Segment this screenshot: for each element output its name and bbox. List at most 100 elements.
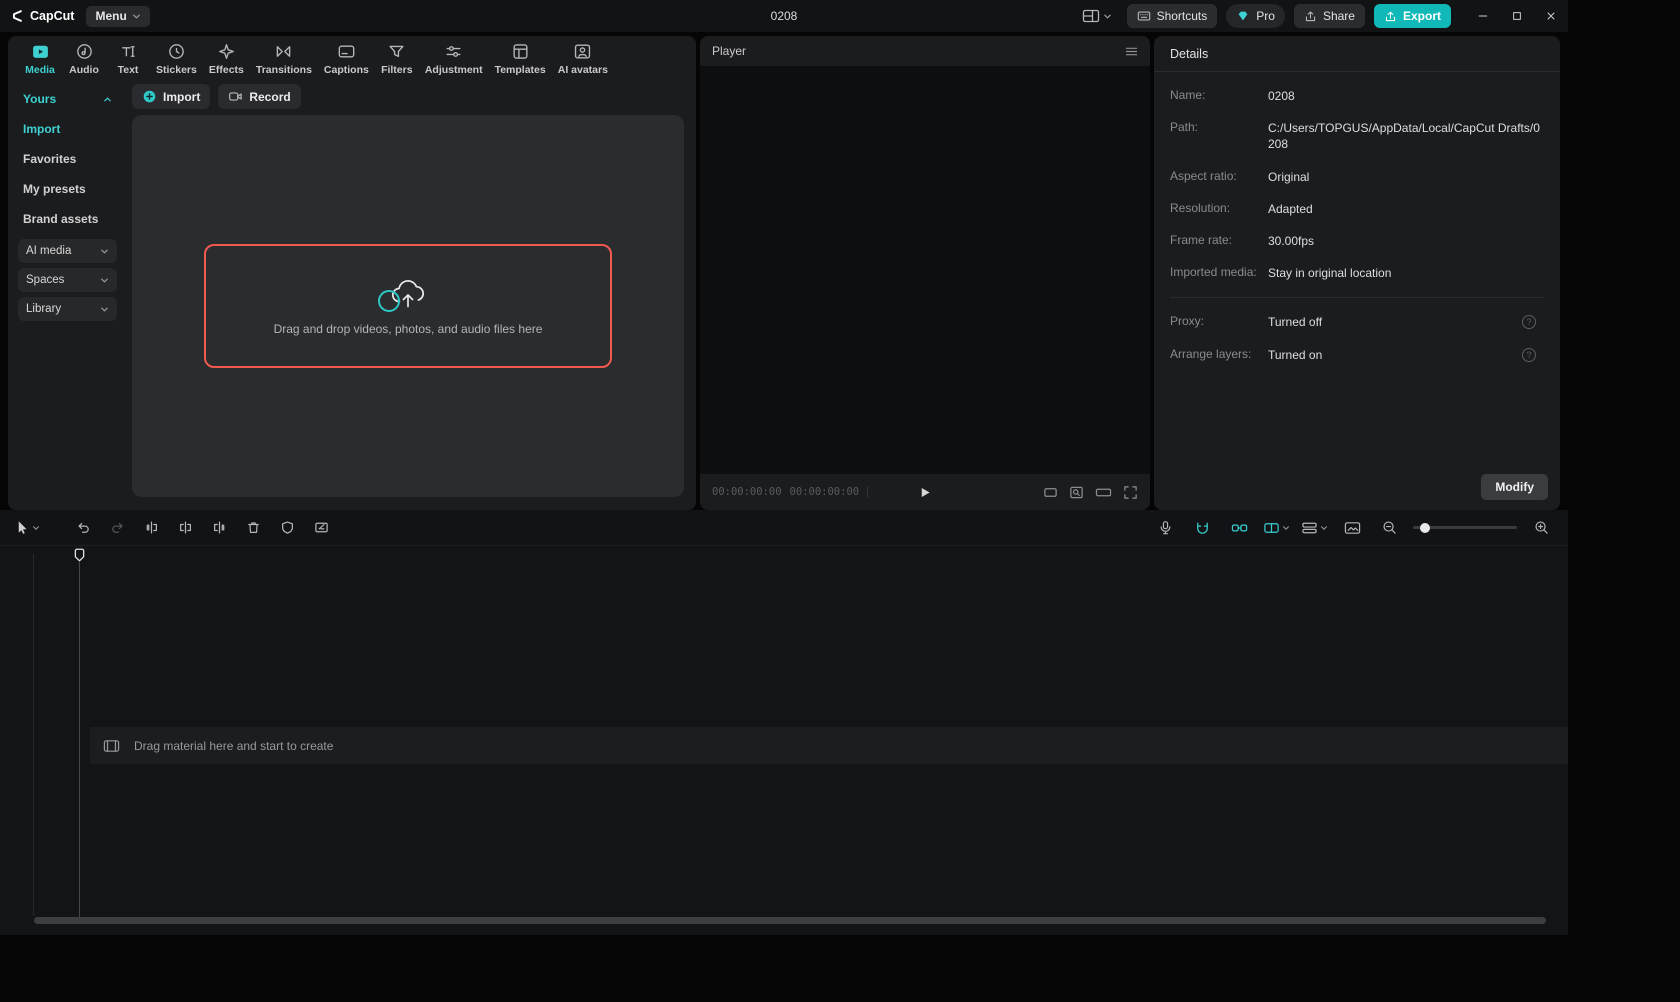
titlebar: CapCut Menu 0208 Shortcuts Pro Share Exp… [0, 0, 1568, 32]
redo-button[interactable] [104, 515, 130, 541]
timeline-area[interactable]: Drag material here and start to create [0, 546, 1568, 935]
magnet-icon [1194, 521, 1211, 535]
microphone-icon [1158, 520, 1173, 535]
zoom-out-button[interactable] [1376, 515, 1402, 541]
play-button[interactable] [919, 486, 932, 499]
export-icon [1384, 10, 1397, 23]
player-menu-button[interactable] [1125, 46, 1138, 57]
tab-captions[interactable]: Captions [318, 42, 375, 76]
import-button[interactable]: Import [132, 84, 211, 109]
split-delete-left-icon [144, 520, 159, 535]
auto-link-toggle[interactable] [1226, 515, 1252, 541]
track-height-button[interactable] [1301, 515, 1328, 541]
mask-button[interactable] [274, 515, 300, 541]
layout-icon [1082, 9, 1100, 23]
play-icon [919, 486, 932, 499]
timeline-zoom-slider[interactable] [1413, 522, 1517, 533]
tab-stickers[interactable]: Stickers [150, 42, 203, 76]
player-view-options [1043, 485, 1138, 500]
help-icon[interactable]: ? [1522, 315, 1536, 330]
playhead-handle[interactable] [74, 548, 85, 563]
layout-switcher-button[interactable] [1076, 4, 1118, 28]
sidebar-item-spaces[interactable]: Spaces [18, 268, 117, 292]
tab-media[interactable]: Media [18, 42, 62, 76]
sidebar-item-my-presets[interactable]: My presets [18, 174, 117, 204]
aspect-ratio-button[interactable] [1043, 485, 1058, 500]
pro-badge[interactable]: Pro [1226, 4, 1285, 28]
fullscreen-button[interactable] [1123, 485, 1138, 500]
magnifier-fit-icon [1069, 485, 1084, 500]
fit-zoom-button[interactable] [1069, 485, 1084, 500]
cursor-icon [15, 520, 30, 535]
tab-audio[interactable]: Audio [62, 42, 106, 76]
minimize-button[interactable] [1466, 0, 1500, 32]
split-icon [178, 520, 193, 535]
details-title: Details [1170, 46, 1209, 61]
ai-avatars-icon [573, 42, 592, 61]
media-icon [31, 42, 50, 61]
hamburger-menu-icon [1125, 46, 1138, 57]
close-button[interactable] [1534, 0, 1568, 32]
record-button[interactable]: Record [218, 84, 301, 109]
player-viewport[interactable] [700, 66, 1150, 474]
zoom-slider-knob[interactable] [1420, 522, 1430, 533]
teal-glow-ring [378, 289, 400, 312]
crop-button[interactable] [308, 515, 334, 541]
voiceover-button[interactable] [1152, 515, 1178, 541]
sidebar-item-library[interactable]: Library [18, 297, 117, 321]
sidebar-item-import[interactable]: Import [18, 114, 117, 144]
split-button[interactable] [172, 515, 198, 541]
select-tool-button[interactable] [14, 515, 40, 541]
current-timecode: 00:00:00:00 [712, 486, 782, 498]
delete-button[interactable] [240, 515, 266, 541]
tab-effects[interactable]: Effects [203, 42, 250, 76]
timecode-divider [867, 486, 869, 498]
sidebar-item-yours[interactable]: Yours [18, 84, 117, 114]
share-button[interactable]: Share [1293, 4, 1365, 28]
sidebar-item-favorites[interactable]: Favorites [18, 144, 117, 174]
text-icon [119, 42, 138, 61]
delete-right-button[interactable] [206, 515, 232, 541]
zoom-in-button[interactable] [1528, 515, 1554, 541]
zoom-out-icon [1382, 520, 1397, 535]
detail-row-arrange-layers: Arrange layers: Turned on ? [1170, 339, 1544, 371]
detail-row-proxy: Proxy: Turned off ? [1170, 306, 1544, 338]
shortcuts-button[interactable]: Shortcuts [1126, 4, 1218, 28]
timeline-tools-right [1152, 515, 1554, 541]
chevron-up-icon [103, 95, 112, 104]
tab-ai-avatars[interactable]: AI avatars [552, 42, 614, 76]
resolution-icon [1095, 485, 1112, 500]
tab-adjustment[interactable]: Adjustment [419, 42, 489, 76]
main-track-magnet-toggle[interactable] [1189, 515, 1215, 541]
tab-transitions[interactable]: Transitions [250, 42, 318, 76]
preview-axis-icon [1263, 521, 1280, 535]
maximize-button[interactable] [1500, 0, 1534, 32]
split-delete-right-icon [212, 520, 227, 535]
help-icon[interactable]: ? [1522, 347, 1536, 362]
delete-left-button[interactable] [138, 515, 164, 541]
detail-row-name: Name: 0208 [1170, 88, 1295, 103]
sidebar-item-ai-media[interactable]: AI media [18, 239, 117, 263]
stickers-icon [167, 42, 186, 61]
tab-filters[interactable]: Filters [375, 42, 419, 76]
modify-button[interactable]: Modify [1481, 474, 1548, 500]
tab-text[interactable]: Text [106, 42, 150, 76]
keyboard-icon [1137, 9, 1151, 23]
resolution-button[interactable] [1095, 485, 1112, 500]
menu-button[interactable]: Menu [86, 5, 150, 27]
import-dropzone[interactable]: Drag and drop videos, photos, and audio … [204, 244, 612, 368]
timeline-tools-left [14, 515, 334, 541]
export-button[interactable]: Export [1373, 4, 1451, 28]
zoom-in-icon [1534, 520, 1549, 535]
empty-track-strip[interactable]: Drag material here and start to create [90, 727, 1568, 764]
track-height-icon [1301, 521, 1318, 535]
chevron-down-icon [132, 12, 141, 21]
captions-icon [337, 42, 356, 61]
sidebar-item-brand-assets[interactable]: Brand assets [18, 204, 117, 234]
preview-axis-toggle[interactable] [1263, 515, 1290, 541]
undo-button[interactable] [70, 515, 96, 541]
undo-icon [76, 520, 91, 535]
horizontal-scrollbar[interactable] [34, 917, 1546, 924]
render-preview-button[interactable] [1339, 515, 1365, 541]
tab-templates[interactable]: Templates [489, 42, 552, 76]
